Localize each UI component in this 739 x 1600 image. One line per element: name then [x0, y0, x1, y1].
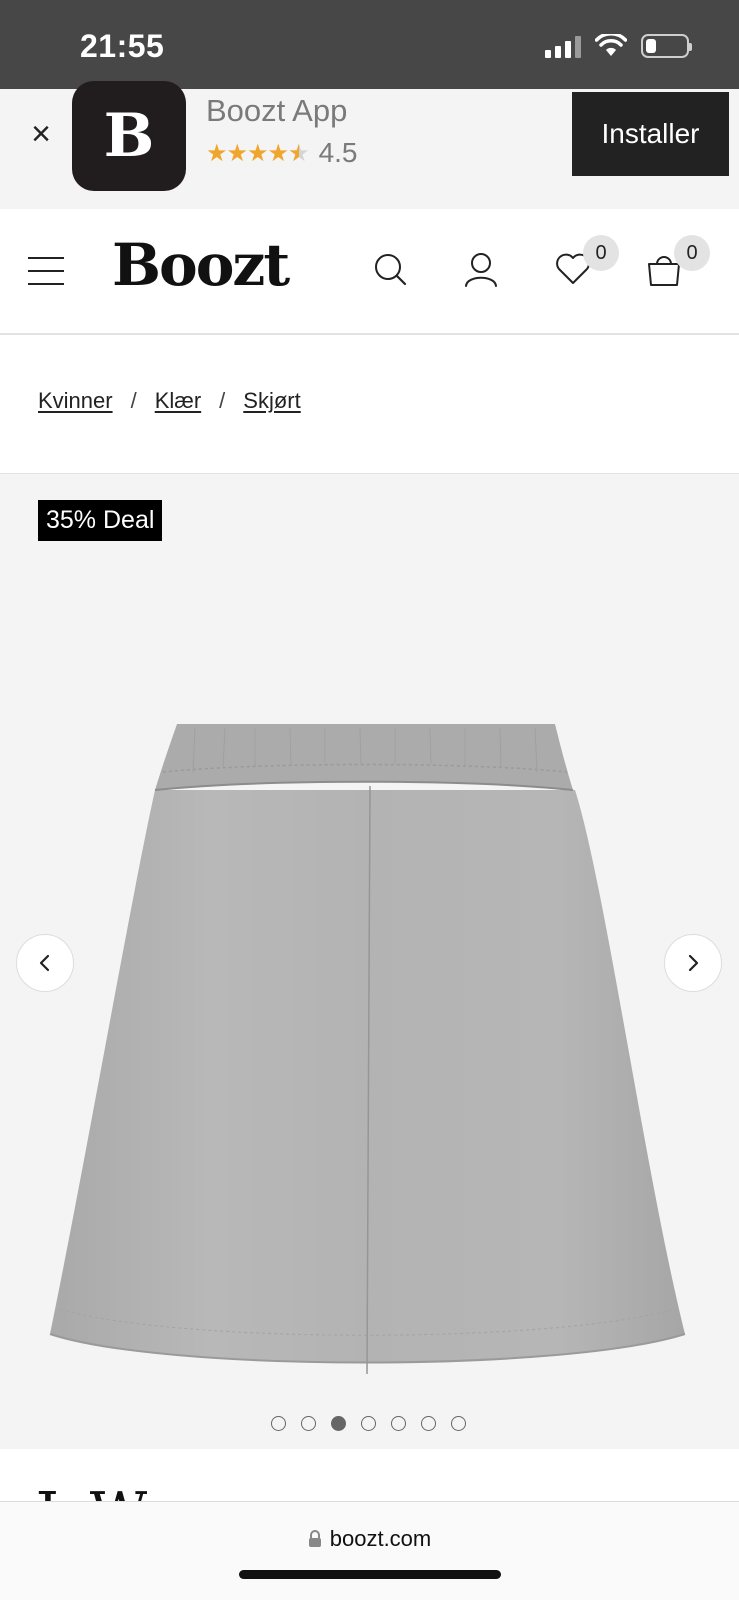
user-icon[interactable] — [461, 249, 501, 289]
gallery-dot[interactable] — [301, 1416, 316, 1431]
close-icon[interactable]: × — [26, 117, 56, 151]
status-bar: 21:55 — [0, 0, 739, 89]
boozt-logo[interactable]: Boozt — [112, 231, 290, 299]
rating-value: 4.5 — [318, 137, 358, 168]
deal-badge: 35% Deal — [38, 500, 163, 541]
wifi-icon — [595, 34, 627, 56]
site-header: Boozt 0 0 — [0, 209, 739, 335]
breadcrumb-kvinner[interactable]: Kvinner — [38, 388, 113, 414]
wishlist-button[interactable]: 0 — [553, 235, 619, 289]
breadcrumb-separator: / — [219, 388, 226, 413]
menu-icon[interactable] — [28, 257, 64, 285]
battery-level — [646, 39, 656, 53]
gallery-dot[interactable] — [271, 1416, 286, 1431]
chevron-right-icon — [688, 954, 699, 972]
breadcrumb-klaer[interactable]: Klær — [155, 388, 201, 414]
url-field[interactable]: boozt.com — [0, 1526, 739, 1552]
gallery-dot[interactable] — [391, 1416, 406, 1431]
next-image-button[interactable] — [664, 934, 722, 992]
battery-icon — [641, 34, 692, 58]
gallery-dot[interactable] — [361, 1416, 376, 1431]
breadcrumb-separator: / — [130, 388, 137, 413]
chevron-left-icon — [39, 954, 50, 972]
app-rating: ★★★★★ ★ 4.5 — [206, 137, 358, 169]
signal-icon — [545, 34, 581, 58]
app-icon[interactable]: B — [72, 81, 186, 191]
gallery-dot[interactable] — [331, 1416, 346, 1431]
previous-image-button[interactable] — [16, 934, 74, 992]
cart-count-badge: 0 — [674, 235, 710, 271]
breadcrumb-skjort[interactable]: Skjørt — [243, 388, 300, 414]
home-indicator[interactable] — [239, 1570, 501, 1579]
cart-button[interactable]: 0 — [644, 235, 710, 289]
gallery-dot[interactable] — [451, 1416, 466, 1431]
browser-address-bar[interactable]: boozt.com — [0, 1501, 739, 1600]
gallery-pagination — [271, 1416, 466, 1431]
status-icons — [545, 34, 692, 58]
install-button[interactable]: Installer — [572, 92, 729, 176]
wishlist-count-badge: 0 — [583, 235, 619, 271]
app-install-banner: × B Boozt App ★★★★★ ★ 4.5 Installer — [0, 81, 739, 209]
app-name: Boozt App — [206, 93, 348, 128]
status-time: 21:55 — [80, 28, 165, 64]
product-brand-title: J. W — [36, 1486, 147, 1502]
url-text: boozt.com — [329, 1526, 432, 1551]
product-image[interactable] — [45, 724, 695, 1394]
product-gallery[interactable]: 35% Deal — [0, 473, 739, 1449]
search-icon[interactable] — [370, 249, 410, 289]
rating-stars-icon: ★★★★★ ★ — [206, 139, 310, 167]
lock-icon — [308, 1530, 321, 1547]
breadcrumb: Kvinner / Klær / Skjørt — [38, 388, 301, 414]
gallery-dot[interactable] — [421, 1416, 436, 1431]
